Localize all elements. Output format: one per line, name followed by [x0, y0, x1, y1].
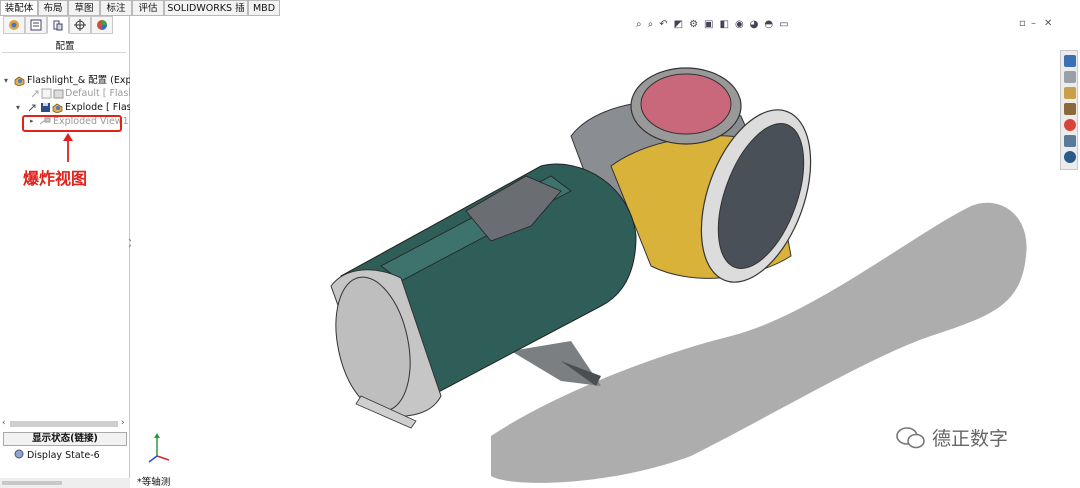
tree-item-label: Default [ Flashlight — [65, 88, 130, 99]
task-pane-tabs — [1060, 50, 1078, 170]
tree-scrollbar[interactable]: ‹ › — [0, 418, 130, 430]
feature-tree-icon — [9, 20, 19, 30]
home-icon[interactable] — [1064, 55, 1076, 67]
dimxpert-tab[interactable] — [69, 16, 91, 34]
wechat-icon — [896, 426, 925, 448]
link-icon — [31, 90, 39, 98]
collapse-arrow-icon[interactable]: ▾ — [4, 74, 8, 87]
tree-item-explode-config[interactable]: ▾ Explode [ Flashlight — [0, 101, 130, 114]
watermark: 德正数字 — [896, 424, 1008, 451]
config-assembly-icon — [52, 103, 63, 113]
checkbox-icon — [41, 88, 52, 99]
scroll-left-icon[interactable]: ‹ — [2, 418, 6, 428]
dynamic-annotation-icon[interactable]: ⚙ — [689, 19, 698, 31]
display-state-item[interactable]: Display State-6 — [14, 449, 100, 462]
link-icon — [28, 104, 36, 112]
community-icon[interactable] — [1064, 151, 1076, 163]
config-assembly-icon — [53, 89, 64, 99]
configuration-manager-tab[interactable] — [47, 16, 69, 34]
edit-appearance-icon[interactable]: ◕ — [750, 19, 759, 31]
crosshair-icon — [74, 19, 86, 31]
tab-markup[interactable]: 标注 — [100, 0, 132, 15]
appearances-icon[interactable] — [1064, 119, 1076, 131]
view-orientation-icon[interactable]: ▣ — [704, 19, 713, 31]
panel-title: 配置 — [55, 41, 75, 52]
tab-layout[interactable]: 布局 — [38, 0, 68, 15]
previous-view-icon[interactable]: ↶ — [659, 19, 667, 31]
view-palette-icon[interactable] — [1064, 103, 1076, 115]
tree-item-root[interactable]: ▾ Flashlight_& 配置 (Explode — [0, 74, 130, 87]
tree-item-default-config[interactable]: Default [ Flashlight — [0, 87, 130, 100]
custom-properties-icon[interactable] — [1064, 135, 1076, 147]
tree-item-label: Explode [ Flashlight — [65, 102, 130, 113]
tab-mbd[interactable]: MBD — [248, 0, 280, 15]
configuration-icon — [53, 20, 63, 31]
hide-show-icon[interactable]: ◉ — [735, 19, 744, 31]
scroll-right-icon[interactable]: › — [121, 418, 125, 428]
property-icon — [30, 19, 42, 31]
bottom-scrollbar[interactable] — [0, 478, 130, 488]
assembly-icon — [14, 76, 25, 86]
tab-assembly[interactable]: 装配体 — [0, 0, 38, 15]
zoom-to-fit-icon[interactable]: ⌕ — [636, 19, 642, 31]
property-manager-tab[interactable] — [25, 16, 47, 34]
zoom-area-icon[interactable]: ⌕ — [648, 19, 654, 31]
tab-sketch[interactable]: 草图 — [68, 0, 100, 15]
display-manager-tab[interactable] — [91, 16, 113, 34]
file-explorer-icon[interactable] — [1064, 87, 1076, 99]
scroll-thumb[interactable] — [10, 421, 118, 427]
apply-scene-icon[interactable]: ◓ — [764, 19, 773, 31]
view-settings-icon[interactable]: ▭ — [779, 19, 788, 31]
resources-icon[interactable] — [1064, 71, 1076, 83]
view-orientation-label: *等轴测 — [137, 477, 171, 488]
save-icon — [41, 103, 50, 112]
annotation-arrow-icon — [63, 133, 73, 162]
heads-up-view-toolbar: ⌕ ⌕ ↶ ◩ ⚙ ▣ ◧ ◉ ◕ ◓ ▭ — [636, 18, 789, 32]
view-triad-icon — [148, 433, 170, 463]
panel-tabs — [0, 16, 116, 34]
window-minimize-icon[interactable]: – — [1031, 18, 1036, 29]
graphics-area[interactable]: ⌕ ⌕ ↶ ◩ ⚙ ▣ ◧ ◉ ◕ ◓ ▭ ▫ – ✕ 德正数字 — [131, 16, 1058, 488]
flashlight-model[interactable] — [131, 16, 1058, 488]
tab-addins[interactable]: SOLIDWORKS 插件 — [164, 0, 248, 29]
highlight-box — [22, 115, 122, 132]
display-style-icon[interactable]: ◧ — [719, 19, 728, 31]
command-tabs: 装配体 布局 草图 标注 评估 SOLIDWORKS 插件 MBD — [0, 0, 1080, 29]
watermark-text: 德正数字 — [932, 428, 1009, 450]
window-close-icon[interactable]: ✕ — [1044, 18, 1052, 29]
display-state-header: 显示状态(链接) — [3, 432, 127, 446]
display-state-icon — [14, 449, 24, 459]
window-restore-icon[interactable]: ▫ — [1019, 18, 1026, 29]
display-state-label: Display State-6 — [27, 450, 100, 461]
tree-item-label: Flashlight_& 配置 (Explode — [27, 75, 130, 86]
appearance-icon — [97, 20, 107, 30]
annotation-label: 爆炸视图 — [23, 169, 88, 188]
tab-evaluate[interactable]: 评估 — [132, 0, 164, 15]
feature-manager-tab[interactable] — [3, 16, 25, 34]
collapse-arrow-icon[interactable]: ▾ — [16, 101, 20, 114]
section-view-icon[interactable]: ◩ — [674, 19, 683, 31]
